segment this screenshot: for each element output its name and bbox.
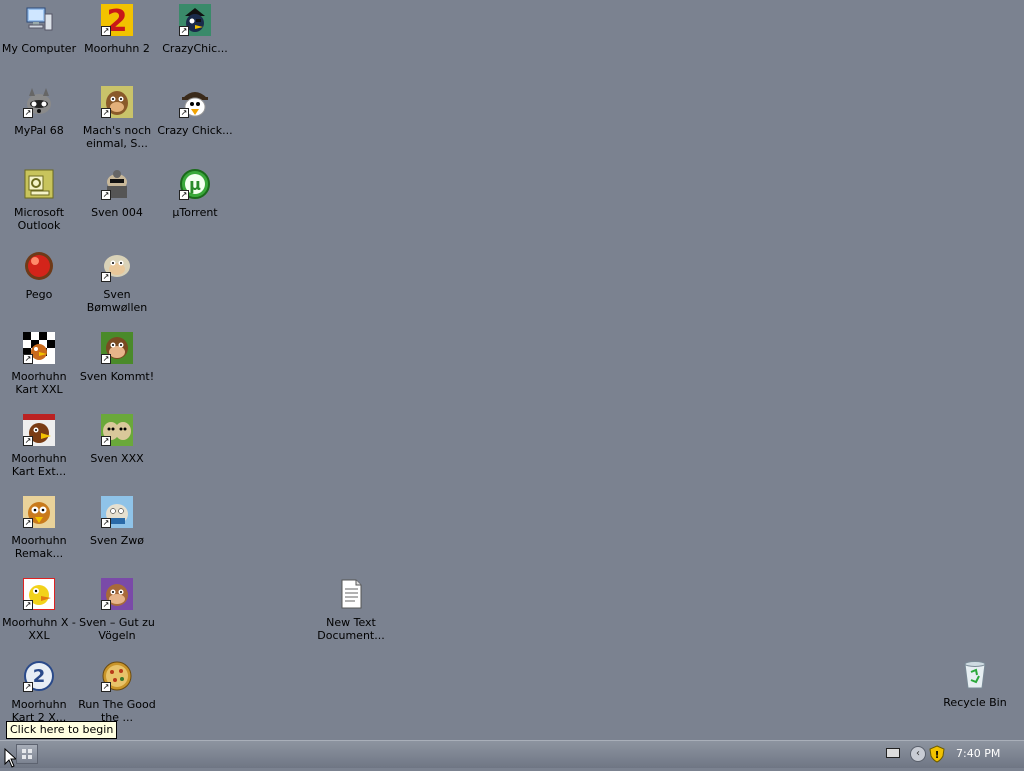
icon-label: New Text Document... bbox=[317, 616, 385, 642]
shortcut-arrow-icon: ↗ bbox=[23, 354, 33, 364]
shortcut-arrow-icon: ↗ bbox=[101, 600, 111, 610]
desktop-icon-moorhuhn-x-xxl[interactable]: ↗ Moorhuhn X - XXL bbox=[0, 576, 78, 654]
icon-label: Moorhuhn Kart Ext... bbox=[11, 452, 67, 478]
icon-label: Microsoft Outlook bbox=[13, 206, 65, 232]
desktop-icon-sven-xxx[interactable]: ↗ Sven XXX bbox=[78, 412, 156, 490]
crazy-chicken-pirate-icon: ↗ bbox=[179, 4, 211, 36]
desktop-icon-sven-zwo[interactable]: ↗ Sven Zwø bbox=[78, 494, 156, 572]
desktop-icon-sven-kommt[interactable]: ↗ Sven Kommt! bbox=[78, 330, 156, 408]
desktop-icon-moorhuhn-kart-ext[interactable]: ↗ Moorhuhn Kart Ext... bbox=[0, 412, 78, 490]
computer-icon bbox=[23, 4, 55, 36]
icon-label: Sven Bømwøllen bbox=[86, 288, 148, 314]
shortcut-arrow-icon: ↗ bbox=[101, 682, 111, 692]
icon-label: Recycle Bin bbox=[943, 696, 1007, 709]
icon-label: Sven 004 bbox=[91, 206, 143, 219]
desktop-icon-mypal-68[interactable]: ↗ MyPal 68 bbox=[0, 84, 78, 162]
icon-label: CrazyChic... bbox=[162, 42, 228, 55]
desktop-icon-moorhuhn-remake[interactable]: ↗ Moorhuhn Remak... bbox=[0, 494, 78, 572]
shortcut-arrow-icon: ↗ bbox=[179, 190, 189, 200]
shortcut-arrow-icon: ↗ bbox=[101, 108, 111, 118]
desktop-icon-crazychicken-pirate[interactable]: ↗ CrazyChic... bbox=[156, 2, 234, 80]
svg-text:µ: µ bbox=[189, 175, 201, 194]
pego-ball-icon bbox=[23, 250, 55, 282]
utorrent-icon: µ ↗ bbox=[179, 168, 211, 200]
icon-label: Sven XXX bbox=[90, 452, 144, 465]
icon-label: Sven Kommt! bbox=[79, 370, 155, 383]
shortcut-arrow-icon: ↗ bbox=[23, 518, 33, 528]
desktop-icon-utorrent[interactable]: µ ↗ μTorrent bbox=[156, 166, 234, 244]
desktop-icon-pego[interactable]: Pego bbox=[0, 248, 78, 326]
shortcut-arrow-icon: ↗ bbox=[23, 436, 33, 446]
desktop-icon-microsoft-outlook[interactable]: Microsoft Outlook bbox=[0, 166, 78, 244]
sven-sheep-icon: ↗ bbox=[101, 250, 133, 282]
desktop-icon-sven-bomwollen[interactable]: ↗ Sven Bømwøllen bbox=[78, 248, 156, 326]
icon-label: Mach's noch einmal, S... bbox=[82, 124, 152, 150]
icon-label: μTorrent bbox=[172, 206, 218, 219]
shortcut-arrow-icon: ↗ bbox=[179, 26, 189, 36]
moorhuhn-2-icon: 2 ↗ bbox=[101, 4, 133, 36]
system-tray: ‹ ! 7:40 PM bbox=[874, 741, 1024, 768]
sven-sheep-icon: ↗ bbox=[101, 578, 133, 610]
icon-label: Pego bbox=[25, 288, 53, 301]
desktop-icon-my-computer[interactable]: My Computer bbox=[0, 2, 78, 80]
moorhuhn-x-icon: ↗ bbox=[23, 578, 55, 610]
moorhuhn-remake-icon: ↗ bbox=[23, 496, 55, 528]
desktop-icon-crazy-chicken[interactable]: ↗ Crazy Chick... bbox=[156, 84, 234, 162]
icon-label: Sven Zwø bbox=[90, 534, 144, 547]
keyboard-icon[interactable] bbox=[886, 748, 900, 758]
svg-text:!: ! bbox=[935, 750, 940, 761]
desktop-icon-moorhuhn-2[interactable]: 2 ↗ Moorhuhn 2 bbox=[78, 2, 156, 80]
chevron-left-icon[interactable]: ‹ bbox=[910, 746, 926, 762]
outlook-icon bbox=[23, 168, 55, 200]
icon-label: Moorhuhn X - XXL bbox=[2, 616, 76, 642]
pizza-icon: ↗ bbox=[101, 660, 133, 692]
shortcut-arrow-icon: ↗ bbox=[23, 108, 33, 118]
taskbar: ‹ ! 7:40 PM bbox=[0, 740, 1024, 768]
start-tooltip: Click here to begin bbox=[6, 721, 118, 739]
shortcut-arrow-icon: ↗ bbox=[101, 190, 111, 200]
icon-label: Crazy Chick... bbox=[157, 124, 233, 137]
icon-label: Moorhuhn Kart XXL bbox=[11, 370, 67, 396]
text-document-icon bbox=[335, 578, 367, 610]
desktop-icon-moorhuhn-kart-xxl[interactable]: ↗ Moorhuhn Kart XXL bbox=[0, 330, 78, 408]
mouse-cursor-icon bbox=[4, 747, 18, 768]
shortcut-arrow-icon: ↗ bbox=[101, 26, 111, 36]
icon-label: MyPal 68 bbox=[14, 124, 64, 137]
shortcut-arrow-icon: ↗ bbox=[101, 436, 111, 446]
moorhuhn-kart-2-icon: 2 ↗ bbox=[23, 660, 55, 692]
crazy-chicken-icon: ↗ bbox=[179, 86, 211, 118]
moorhuhn-kart-icon: ↗ bbox=[23, 332, 55, 364]
sven-xxx-icon: ↗ bbox=[101, 414, 133, 446]
icon-label: Sven – Gut zu Vögeln bbox=[79, 616, 155, 642]
sven-zwo-icon: ↗ bbox=[101, 496, 133, 528]
start-button[interactable] bbox=[16, 744, 38, 764]
icon-label: Moorhuhn 2 bbox=[84, 42, 150, 55]
clock[interactable]: 7:40 PM bbox=[956, 747, 1000, 760]
desktop-icon-machs-noch-einmal[interactable]: ↗ Mach's noch einmal, S... bbox=[78, 84, 156, 162]
desktop-icon-sven-gut-zu-vogeln[interactable]: ↗ Sven – Gut zu Vögeln bbox=[78, 576, 156, 654]
start-grid-icon bbox=[22, 749, 32, 759]
moorhuhn-kart-icon: ↗ bbox=[23, 414, 55, 446]
shield-icon[interactable]: ! bbox=[928, 745, 946, 763]
svg-text:2: 2 bbox=[33, 666, 46, 687]
icon-label: Moorhuhn Remak... bbox=[11, 534, 67, 560]
sven-sheep-icon: ↗ bbox=[101, 86, 133, 118]
shortcut-arrow-icon: ↗ bbox=[101, 272, 111, 282]
desktop-icon-new-text-document[interactable]: New Text Document... bbox=[312, 576, 390, 654]
shortcut-arrow-icon: ↗ bbox=[23, 600, 33, 610]
desktop-icon-recycle-bin[interactable]: Recycle Bin bbox=[936, 656, 1014, 734]
recycle-bin-icon bbox=[959, 658, 991, 690]
desktop-icon-sven-004[interactable]: ↗ Sven 004 bbox=[78, 166, 156, 244]
sven-agent-icon: ↗ bbox=[101, 168, 133, 200]
icon-label: My Computer bbox=[1, 42, 77, 55]
shortcut-arrow-icon: ↗ bbox=[23, 682, 33, 692]
sven-sheep-icon: ↗ bbox=[101, 332, 133, 364]
raccoon-icon: ↗ bbox=[23, 86, 55, 118]
shortcut-arrow-icon: ↗ bbox=[101, 518, 111, 528]
desktop[interactable]: My Computer ↗ MyPal 68 Microsoft Outlook… bbox=[0, 0, 1024, 740]
shortcut-arrow-icon: ↗ bbox=[101, 354, 111, 364]
shortcut-arrow-icon: ↗ bbox=[179, 108, 189, 118]
